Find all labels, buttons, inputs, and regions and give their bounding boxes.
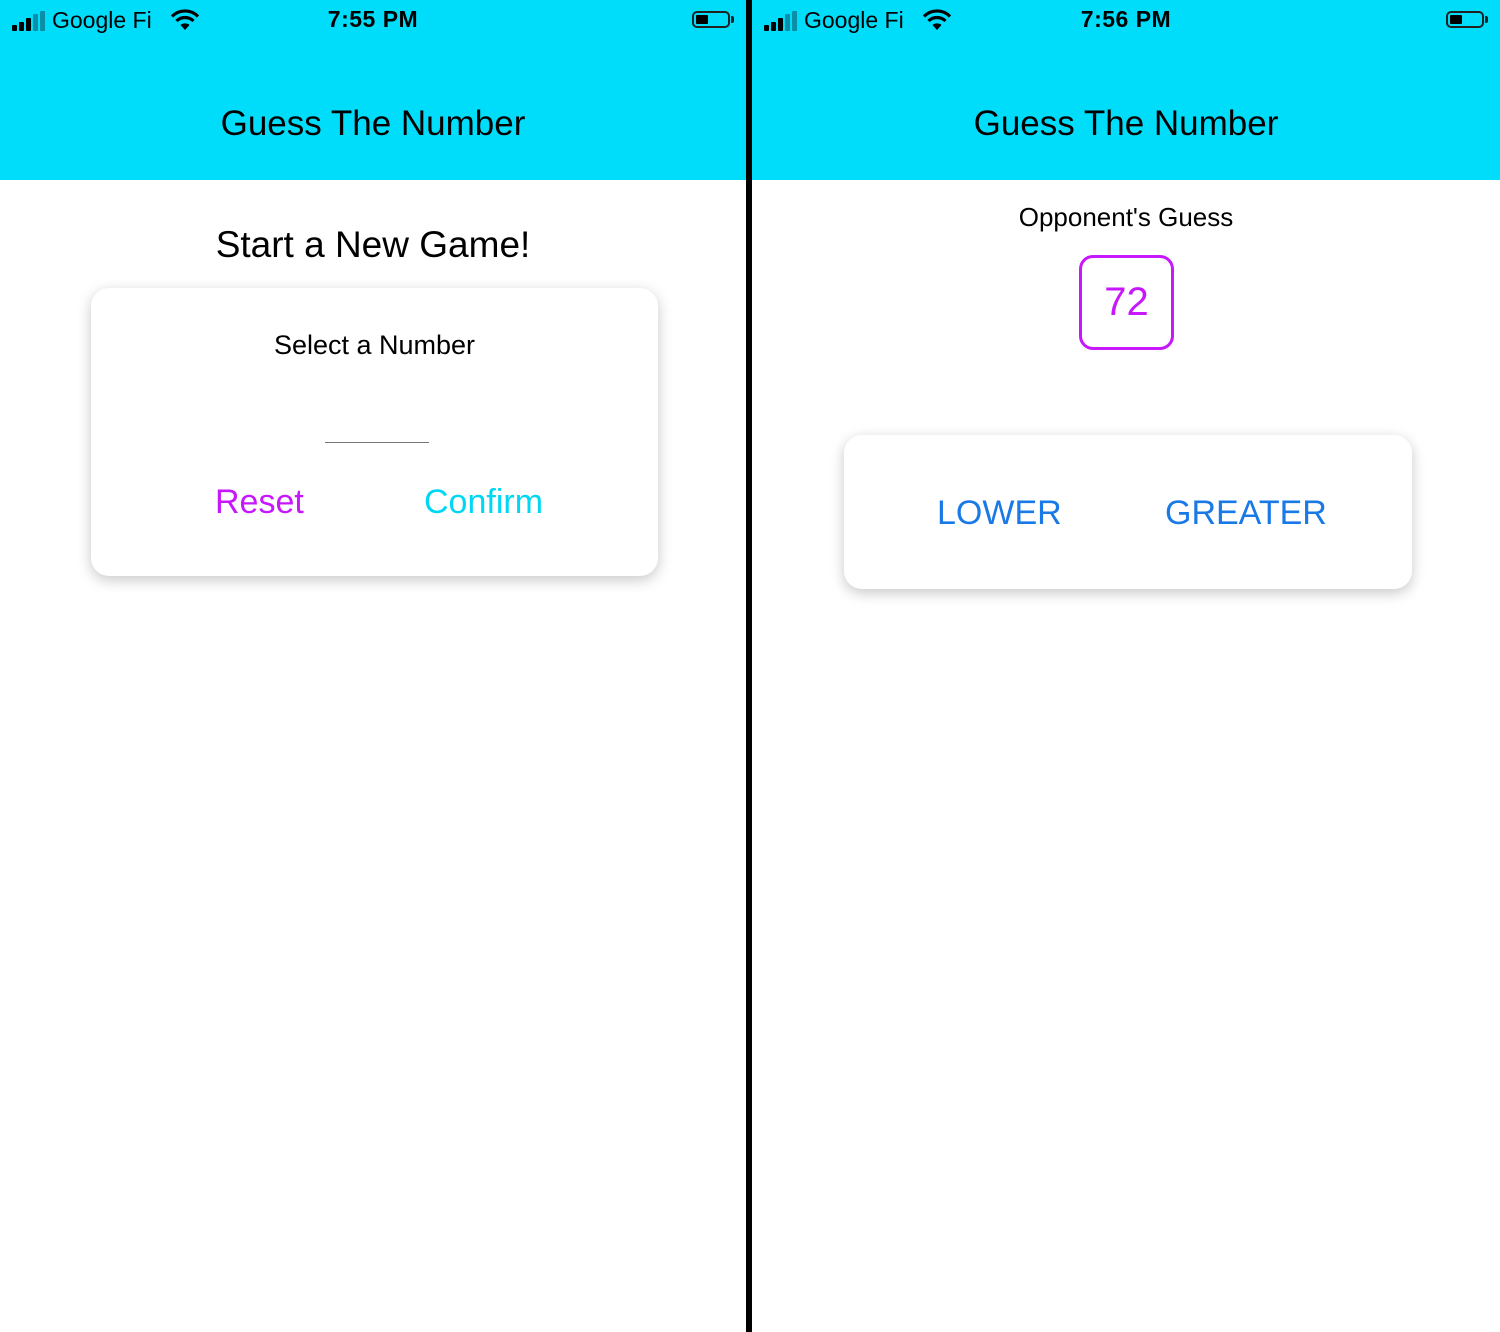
- hint-buttons-card: LOWER GREATER: [844, 435, 1412, 589]
- status-bar: Google Fi 7:56 PM: [752, 0, 1500, 42]
- status-time: 7:55 PM: [327, 6, 419, 32]
- status-time: 7:56 PM: [1080, 6, 1172, 32]
- app-header: Google Fi 7:56 PM Guess The Number: [752, 0, 1500, 180]
- select-number-label: Select a Number: [273, 330, 476, 360]
- app-header: Google Fi 7:55 PM Guess The Number: [0, 0, 746, 180]
- page-title: Start a New Game!: [215, 224, 531, 265]
- number-input[interactable]: [325, 400, 429, 443]
- confirm-button[interactable]: Confirm: [424, 483, 543, 522]
- battery-icon: [1446, 11, 1490, 31]
- status-bar: Google Fi 7:55 PM: [0, 0, 746, 42]
- start-game-screen: Google Fi 7:55 PM Guess The Number Start…: [0, 0, 746, 1332]
- lower-button[interactable]: LOWER: [937, 494, 1062, 533]
- opponent-guess-label: Opponent's Guess: [1018, 202, 1234, 232]
- header-title: Guess The Number: [973, 104, 1279, 143]
- greater-button[interactable]: GREATER: [1165, 494, 1327, 533]
- number-input-card: Select a Number Reset Confirm: [91, 288, 658, 576]
- game-screen: Google Fi 7:56 PM Guess The Number Oppon…: [752, 0, 1500, 1332]
- reset-button[interactable]: Reset: [215, 483, 304, 522]
- opponent-guess-value: 72: [1079, 255, 1174, 350]
- battery-icon: [692, 11, 736, 31]
- header-title: Guess The Number: [220, 104, 526, 143]
